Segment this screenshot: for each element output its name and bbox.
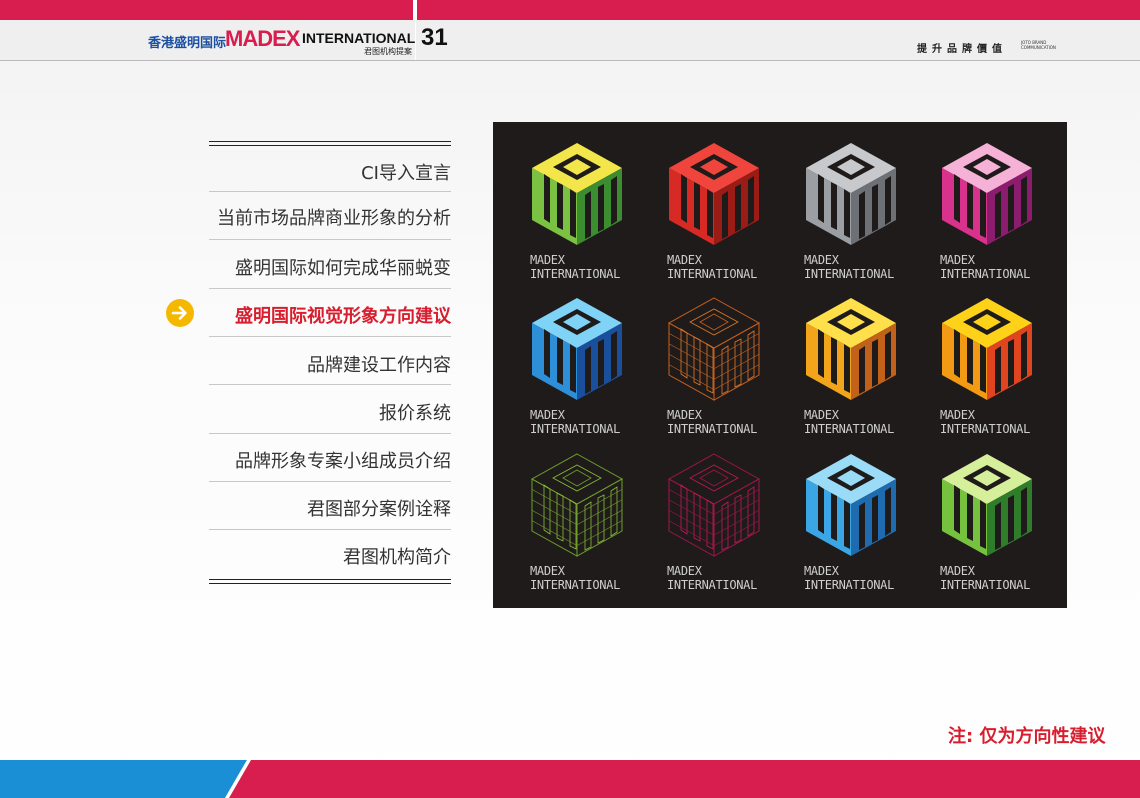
madex-logo-yellow-orange-mosaic: MADEX INTERNATIONAL <box>804 296 904 436</box>
menu-bottom-rule <box>209 579 451 584</box>
madex-logo-gray: MADEX INTERNATIONAL <box>804 141 904 281</box>
menu-item-brand-work[interactable]: 品牌建设工作内容 <box>209 351 451 377</box>
madex-logo-pink-magenta: MADEX INTERNATIONAL <box>940 141 1040 281</box>
logo-label-line1: MADEX <box>804 564 839 578</box>
brand-subtitle: 君图机构提案 <box>364 47 412 56</box>
menu-divider <box>209 191 451 192</box>
menu-divider <box>209 384 451 385</box>
logo-label-line1: MADEX <box>804 408 839 422</box>
menu-divider <box>209 288 451 289</box>
logo-label-line1: MADEX <box>940 408 975 422</box>
logo-label-line1: MADEX <box>530 408 565 422</box>
menu-item-transformation[interactable]: 盛明国际如何完成华丽蜕变 <box>209 254 451 280</box>
logo-variations-panel: MADEX INTERNATIONAL MADEX INTERNATIONAL MADE… <box>493 122 1067 608</box>
page-header: 香港盛明国际 MADEX INTERNATIONAL 君图机构提案 31 提升品… <box>0 20 1140 61</box>
logo-label-line1: MADEX <box>667 253 702 267</box>
menu-item-ci-declaration[interactable]: CI导入宣言 <box>209 159 451 185</box>
page-number: 31 <box>421 24 448 51</box>
logo-label-line2: INTERNATIONAL <box>940 578 1031 592</box>
logo-label-line2: INTERNATIONAL <box>530 578 621 592</box>
logo-label-line1: MADEX <box>940 564 975 578</box>
menu-divider <box>209 529 451 530</box>
madex-logo-red: MADEX INTERNATIONAL <box>667 141 767 281</box>
logo-label-line2: INTERNATIONAL <box>667 578 758 592</box>
header-divider <box>415 0 416 60</box>
madex-cube-mark <box>532 298 622 400</box>
madex-logo-magenta-wireframe: MADEX INTERNATIONAL <box>667 452 767 592</box>
logo-label-line2: INTERNATIONAL <box>667 267 758 281</box>
madex-cube-mark <box>806 298 896 400</box>
madex-cube-mark <box>669 143 759 245</box>
menu-item-about[interactable]: 君图机构简介 <box>209 543 451 569</box>
logo-label-line1: MADEX <box>667 408 702 422</box>
logo-label-line2: INTERNATIONAL <box>940 267 1031 281</box>
madex-cube-mark <box>806 143 896 245</box>
direction-note: 注: 仅为方向性建议 <box>948 726 1106 747</box>
madex-cube-mark <box>667 297 761 401</box>
brand-name-international: INTERNATIONAL <box>302 30 416 46</box>
madex-logo-green-gradient: MADEX INTERNATIONAL <box>940 452 1040 592</box>
logo-label-line2: INTERNATIONAL <box>804 422 895 436</box>
logo-label-line2: INTERNATIONAL <box>940 422 1031 436</box>
menu-item-market-analysis[interactable]: 当前市场品牌商业形象的分析 <box>209 204 451 230</box>
logo-label-line2: INTERNATIONAL <box>530 422 621 436</box>
header-tagline-english: JOTO BRAND COMMUNICATION <box>1021 40 1056 50</box>
logo-label-line2: INTERNATIONAL <box>667 422 758 436</box>
header-tagline: 提升品牌價值 <box>917 44 1007 55</box>
menu-divider <box>209 481 451 482</box>
madex-cube-mark <box>806 454 896 556</box>
logo-label-line1: MADEX <box>667 564 702 578</box>
logo-label-line2: INTERNATIONAL <box>530 267 621 281</box>
madex-cube-mark <box>942 143 1032 245</box>
arrow-right-circle-icon <box>166 299 194 327</box>
brand-name-madex: MADEX <box>225 26 300 51</box>
madex-logo-green-wireframe: MADEX INTERNATIONAL <box>530 452 630 592</box>
madex-cube-mark <box>667 453 761 557</box>
logo-label-line2: INTERNATIONAL <box>804 267 895 281</box>
madex-logo-green-yellow: MADEX INTERNATIONAL <box>530 141 630 281</box>
madex-logo-sky-blue: MADEX INTERNATIONAL <box>804 452 904 592</box>
menu-item-team[interactable]: 品牌形象专案小组成员介绍 <box>209 447 451 473</box>
menu-item-visual-direction[interactable]: 盛明国际视觉形象方向建议 <box>209 302 451 328</box>
madex-cube-mark <box>530 453 624 557</box>
madex-cube-mark <box>942 454 1032 556</box>
logo-label-line1: MADEX <box>804 253 839 267</box>
madex-logo-orange-gradient: MADEX INTERNATIONAL <box>940 296 1040 436</box>
logo-label-line1: MADEX <box>530 564 565 578</box>
logo-label-line1: MADEX <box>940 253 975 267</box>
menu-item-quotation[interactable]: 报价系统 <box>209 399 451 425</box>
top-color-bar <box>0 0 1140 20</box>
menu-item-cases[interactable]: 君图部分案例诠释 <box>209 495 451 521</box>
madex-logo-blue: MADEX INTERNATIONAL <box>530 296 630 436</box>
menu-divider <box>209 239 451 240</box>
madex-cube-mark <box>532 143 622 245</box>
logo-label-line2: INTERNATIONAL <box>804 578 895 592</box>
madex-cube-mark <box>942 298 1032 400</box>
madex-logo-orange-wireframe: MADEX INTERNATIONAL <box>667 296 767 436</box>
brand-name-chinese: 香港盛明国际 <box>148 36 227 51</box>
menu-divider <box>209 336 451 337</box>
logo-label-line1: MADEX <box>530 253 565 267</box>
bottom-color-band <box>0 760 1140 798</box>
menu-divider <box>209 433 451 434</box>
menu-top-rule <box>209 141 451 146</box>
